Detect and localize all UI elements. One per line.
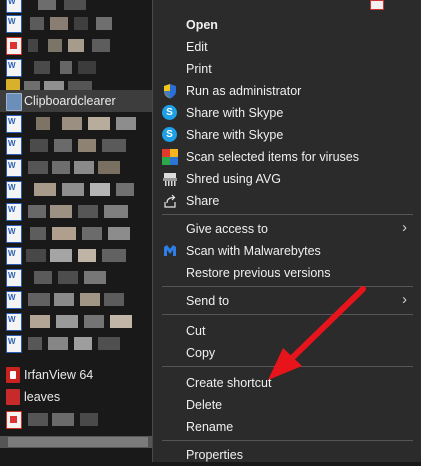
menu-separator — [162, 366, 413, 367]
menu-item-edit[interactable]: Edit — [153, 36, 421, 58]
menu-item-open[interactable]: Open — [153, 14, 421, 36]
list-item-label: Clipboardclearer — [24, 94, 116, 108]
menu-item-shred-using-avg[interactable]: Shred using AVG — [153, 168, 421, 190]
menu-item-scan-for-viruses[interactable]: Scan selected items for viruses — [153, 146, 421, 168]
list-item[interactable] — [0, 222, 152, 244]
pdf-icon — [370, 0, 384, 10]
list-item[interactable] — [0, 332, 152, 354]
menu-item-rename[interactable]: Rename — [153, 416, 421, 438]
word-doc-icon — [6, 59, 22, 77]
list-item[interactable] — [0, 244, 152, 266]
list-item[interactable] — [0, 12, 152, 34]
word-doc-icon — [6, 225, 22, 243]
pdf-icon — [6, 37, 22, 55]
list-item[interactable] — [0, 266, 152, 288]
chevron-right-icon: › — [402, 291, 407, 308]
menu-item-share[interactable]: Share — [153, 190, 421, 212]
list-item-clipboardclearer[interactable]: Clipboardclearer — [0, 90, 152, 112]
word-doc-icon — [6, 15, 22, 33]
share-icon — [162, 193, 178, 209]
list-item[interactable] — [0, 56, 152, 78]
list-item[interactable] — [0, 134, 152, 156]
scrollbar-thumb[interactable] — [8, 437, 148, 447]
shredder-icon — [162, 171, 178, 187]
word-doc-icon — [6, 335, 22, 353]
menu-item-share-with-skype-2[interactable]: S Share with Skype — [153, 124, 421, 146]
menu-item-scan-with-malwarebytes[interactable]: Scan with Malwarebytes — [153, 240, 421, 262]
word-doc-icon — [6, 269, 22, 287]
word-doc-icon — [6, 313, 22, 331]
word-doc-icon — [6, 291, 22, 309]
menu-item-print[interactable]: Print — [153, 58, 421, 80]
word-doc-icon — [6, 247, 22, 265]
menu-item-delete[interactable]: Delete — [153, 394, 421, 416]
list-item-label: IrfanView 64 — [24, 368, 94, 382]
menu-item-restore-previous-versions[interactable]: Restore previous versions — [153, 262, 421, 284]
uac-shield-icon — [162, 83, 178, 99]
list-item[interactable] — [0, 156, 152, 178]
menu-item-copy[interactable]: Copy — [153, 342, 421, 364]
skype-icon: S — [162, 105, 177, 120]
list-item[interactable] — [0, 34, 152, 56]
list-item-label: leaves — [24, 390, 61, 404]
menu-separator — [162, 440, 413, 441]
list-item[interactable] — [0, 200, 152, 222]
menu-separator — [162, 286, 413, 287]
word-doc-icon — [6, 137, 22, 155]
list-item[interactable] — [0, 178, 152, 200]
clipboard-icon — [6, 93, 22, 111]
menu-item-give-access-to[interactable]: Give access to › — [153, 218, 421, 240]
menu-item-send-to[interactable]: Send to › — [153, 290, 421, 312]
word-doc-icon — [6, 115, 22, 133]
menu-item-create-shortcut[interactable]: Create shortcut — [153, 372, 421, 394]
chevron-right-icon: › — [402, 219, 407, 236]
word-doc-icon — [6, 181, 22, 199]
list-item[interactable] — [0, 112, 152, 134]
irfanview-icon — [6, 367, 20, 383]
menu-item-cut[interactable]: Cut — [153, 320, 421, 342]
context-menu: Open Edit Print Run as administrator S S… — [152, 0, 421, 462]
list-item[interactable] — [0, 408, 152, 430]
malwarebytes-icon — [162, 243, 178, 259]
list-item[interactable] — [0, 310, 152, 332]
avg-antivirus-icon — [162, 149, 178, 165]
list-item-leaves[interactable]: leaves — [0, 386, 152, 408]
menu-item-run-as-administrator[interactable]: Run as administrator — [153, 80, 421, 102]
skype-icon: S — [162, 127, 177, 142]
list-item[interactable] — [0, 288, 152, 310]
menu-separator — [162, 214, 413, 215]
pdf-icon — [6, 411, 22, 429]
word-doc-icon — [6, 203, 22, 221]
menu-item-properties[interactable]: Properties — [153, 444, 421, 466]
menu-separator — [162, 314, 413, 315]
menu-item-share-with-skype[interactable]: S Share with Skype — [153, 102, 421, 124]
file-list: Clipboardclearer — [0, 0, 152, 462]
word-doc-icon — [6, 159, 22, 177]
list-item-irfanview[interactable]: IrfanView 64 — [0, 364, 152, 386]
pdf-icon — [6, 389, 20, 405]
